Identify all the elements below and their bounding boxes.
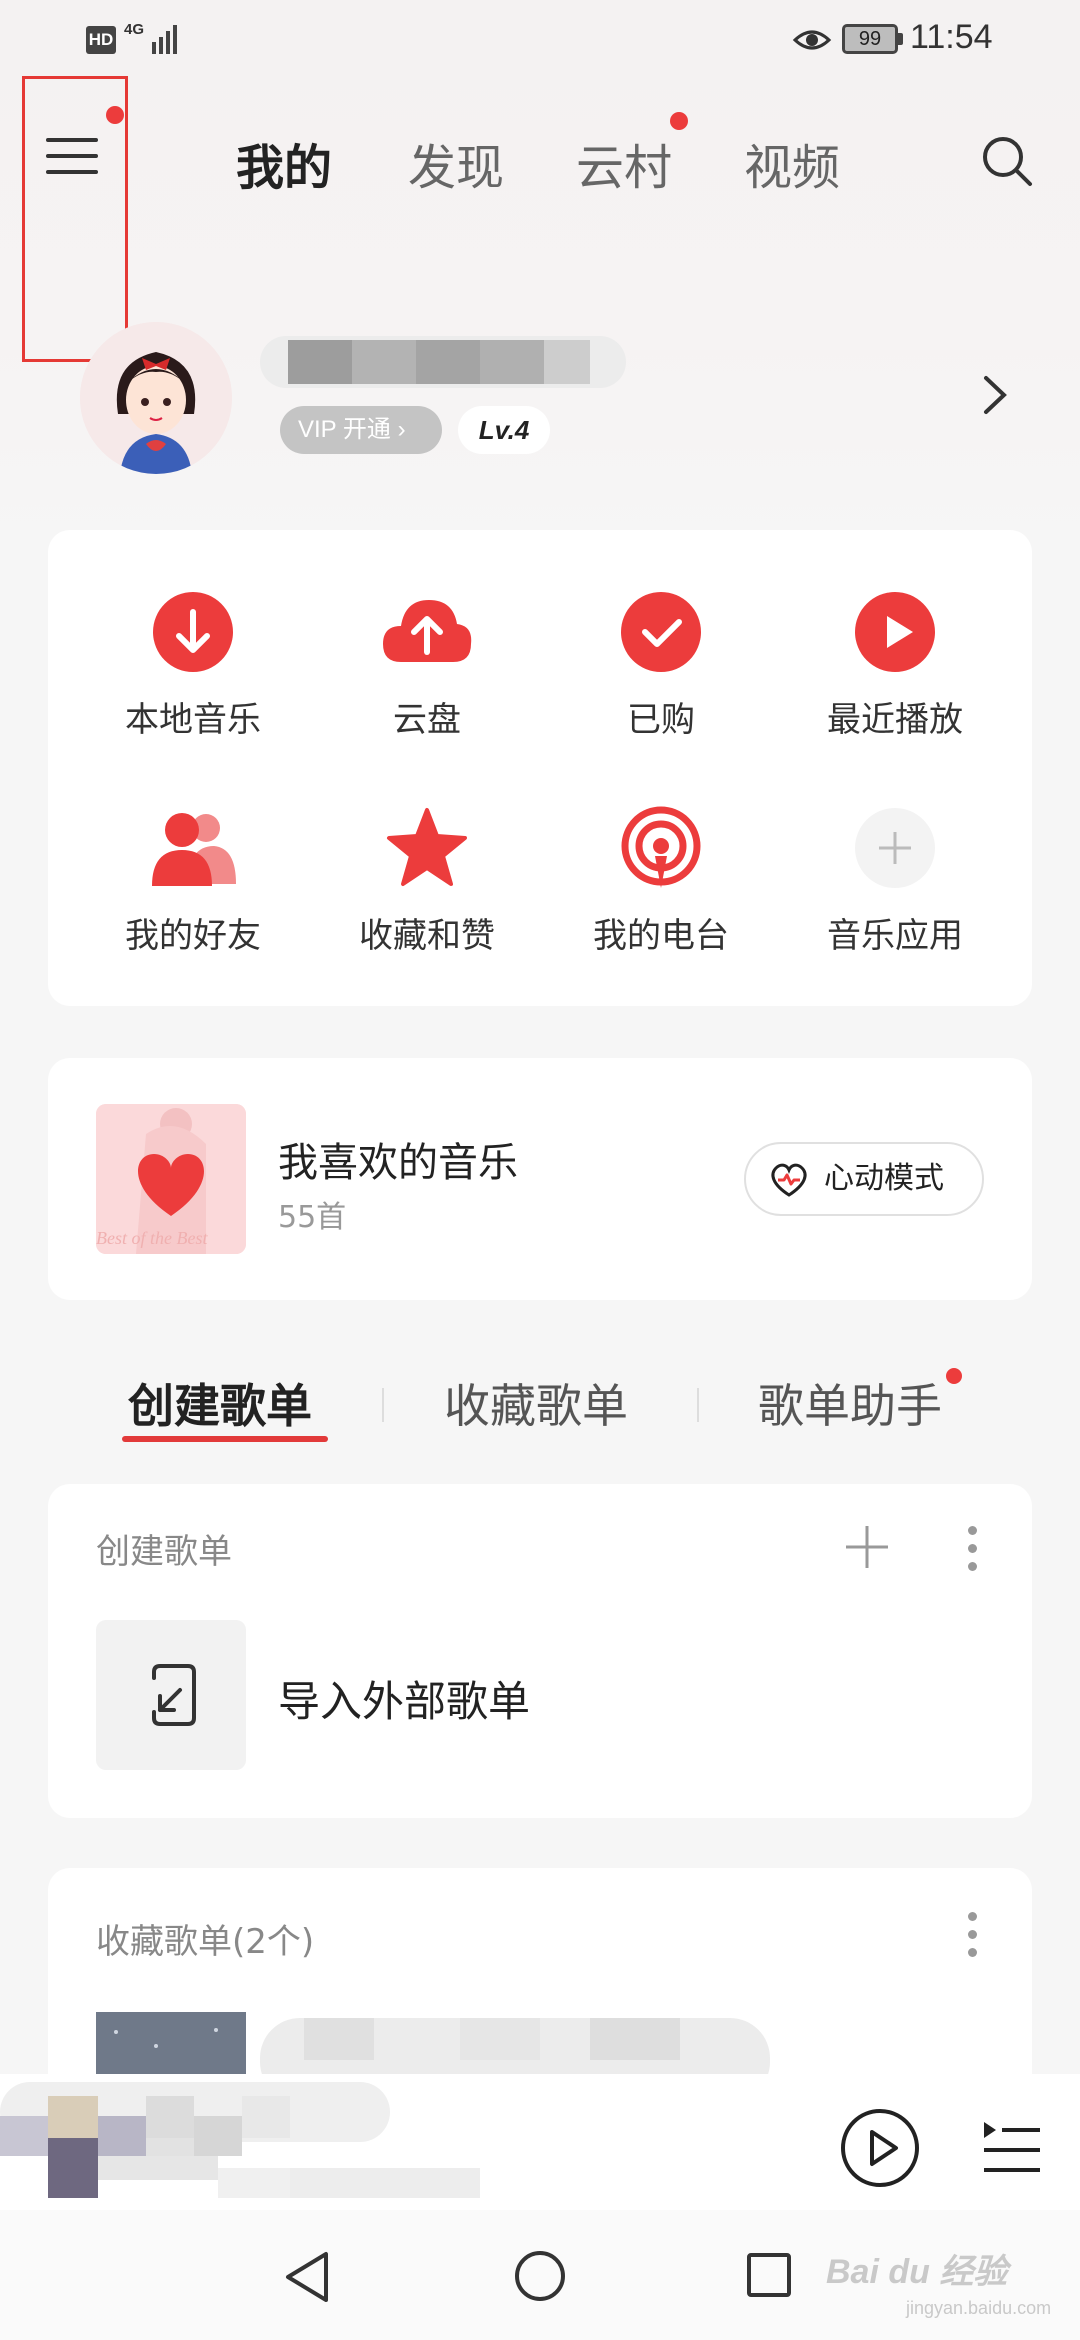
baidu-watermark: Bai du 经验 bbox=[826, 2253, 1008, 2291]
quick-action-label: 我的电台 bbox=[593, 916, 729, 956]
back-icon[interactable] bbox=[282, 2250, 332, 2304]
tab-community[interactable]: 云村 bbox=[576, 128, 672, 198]
eye-comfort-icon bbox=[792, 30, 832, 50]
vip-open-badge[interactable]: VIP 开通 › bbox=[280, 406, 442, 454]
import-icon bbox=[152, 1664, 196, 1726]
radio-icon bbox=[621, 806, 701, 888]
quick-action-label: 已购 bbox=[627, 700, 695, 740]
quick-action-purchased[interactable]: 已购 bbox=[544, 590, 778, 741]
quick-action-radio[interactable]: 我的电台 bbox=[544, 806, 778, 957]
tab-discover[interactable]: 发现 bbox=[408, 128, 504, 198]
quick-action-local-music[interactable]: 本地音乐 bbox=[76, 590, 310, 741]
liked-music-title: 我喜欢的音乐 bbox=[278, 1140, 518, 1186]
heartbeat-mode-button[interactable]: 心动模式 bbox=[744, 1142, 984, 1216]
download-icon bbox=[153, 592, 233, 672]
friends-icon bbox=[152, 813, 236, 886]
signal-icon bbox=[152, 25, 177, 54]
cover-caption: Best of the Best bbox=[96, 1228, 208, 1248]
play-pause-icon[interactable] bbox=[840, 2108, 920, 2188]
tab-playlist-assistant[interactable]: 歌单助手 bbox=[758, 1370, 942, 1436]
chevron-right-icon[interactable] bbox=[980, 372, 1010, 418]
created-playlists-card: 创建歌单 导入外部歌单 bbox=[48, 1484, 1032, 1818]
assistant-notification-dot bbox=[946, 1368, 962, 1384]
tab-collected-playlists[interactable]: 收藏歌单 bbox=[444, 1370, 628, 1436]
tab-mine[interactable]: 我的 bbox=[236, 128, 332, 198]
clock: 11:54 bbox=[910, 18, 993, 56]
playlist-queue-icon[interactable] bbox=[982, 2114, 1042, 2182]
check-icon bbox=[621, 592, 701, 672]
heartbeat-icon bbox=[771, 1163, 807, 1197]
heartbeat-mode-label: 心动模式 bbox=[824, 1161, 944, 1196]
home-icon[interactable] bbox=[514, 2250, 566, 2302]
more-options-icon[interactable] bbox=[966, 1912, 978, 1962]
username-blurred bbox=[260, 336, 626, 388]
quick-action-label: 本地音乐 bbox=[125, 700, 261, 740]
collected-playlists-heading: 收藏歌单(2个) bbox=[96, 1922, 315, 1962]
star-icon bbox=[387, 808, 467, 886]
tab-divider bbox=[382, 1388, 384, 1422]
quick-action-friends[interactable]: 我的好友 bbox=[76, 806, 310, 957]
created-playlists-heading: 创建歌单 bbox=[96, 1532, 232, 1572]
import-playlist-label[interactable]: 导入外部歌单 bbox=[278, 1668, 530, 1729]
tab-created-playlists[interactable]: 创建歌单 bbox=[128, 1370, 312, 1436]
battery-icon: 99 bbox=[842, 24, 898, 54]
liked-music-count: 55首 bbox=[278, 1200, 347, 1235]
tab-divider bbox=[697, 1388, 699, 1422]
battery-tip bbox=[898, 33, 903, 45]
network-type: 4G bbox=[124, 21, 145, 38]
avatar[interactable] bbox=[80, 322, 232, 474]
quick-action-label: 云盘 bbox=[393, 700, 461, 740]
quick-action-label: 我的好友 bbox=[125, 916, 261, 956]
plus-icon bbox=[855, 808, 935, 888]
recent-apps-icon[interactable] bbox=[746, 2252, 792, 2298]
play-icon bbox=[855, 592, 935, 672]
search-icon[interactable] bbox=[980, 134, 1034, 188]
now-playing-blurred bbox=[0, 2082, 480, 2198]
hd-indicator: HD bbox=[86, 26, 116, 54]
status-bar: HD 4G 99 11:54 bbox=[0, 0, 1080, 80]
quick-action-cloud[interactable]: 云盘 bbox=[310, 590, 544, 741]
quick-action-recent[interactable]: 最近播放 bbox=[778, 590, 1012, 741]
header-background bbox=[0, 0, 1080, 560]
quick-action-label: 收藏和赞 bbox=[359, 916, 495, 956]
level-badge: Lv.4 bbox=[458, 406, 550, 454]
tab-video[interactable]: 视频 bbox=[744, 128, 840, 198]
more-options-icon[interactable] bbox=[966, 1526, 978, 1576]
import-playlist-cover[interactable] bbox=[96, 1620, 246, 1770]
community-notification-dot bbox=[670, 112, 688, 130]
quick-action-favorites[interactable]: 收藏和赞 bbox=[310, 806, 544, 957]
quick-action-music-apps[interactable]: 音乐应用 bbox=[778, 806, 1012, 957]
liked-music-card[interactable]: Best of the Best 我喜欢的音乐 55首 心动模式 bbox=[48, 1058, 1032, 1300]
quick-action-label: 音乐应用 bbox=[827, 916, 963, 956]
baidu-watermark-url: jingyan.baidu.com bbox=[906, 2298, 1052, 2318]
quick-action-label: 最近播放 bbox=[827, 700, 963, 740]
cloud-upload-icon bbox=[383, 600, 472, 662]
avatar-illustration bbox=[80, 322, 232, 474]
liked-music-cover: Best of the Best bbox=[96, 1104, 246, 1254]
add-playlist-icon[interactable] bbox=[844, 1524, 890, 1570]
annotation-highlight-box bbox=[22, 76, 128, 362]
quick-actions-card: 本地音乐 云盘 已购 最近播放 我的好友 收藏和赞 我的电台 音乐应用 bbox=[48, 530, 1032, 1006]
active-tab-underline bbox=[122, 1436, 328, 1442]
